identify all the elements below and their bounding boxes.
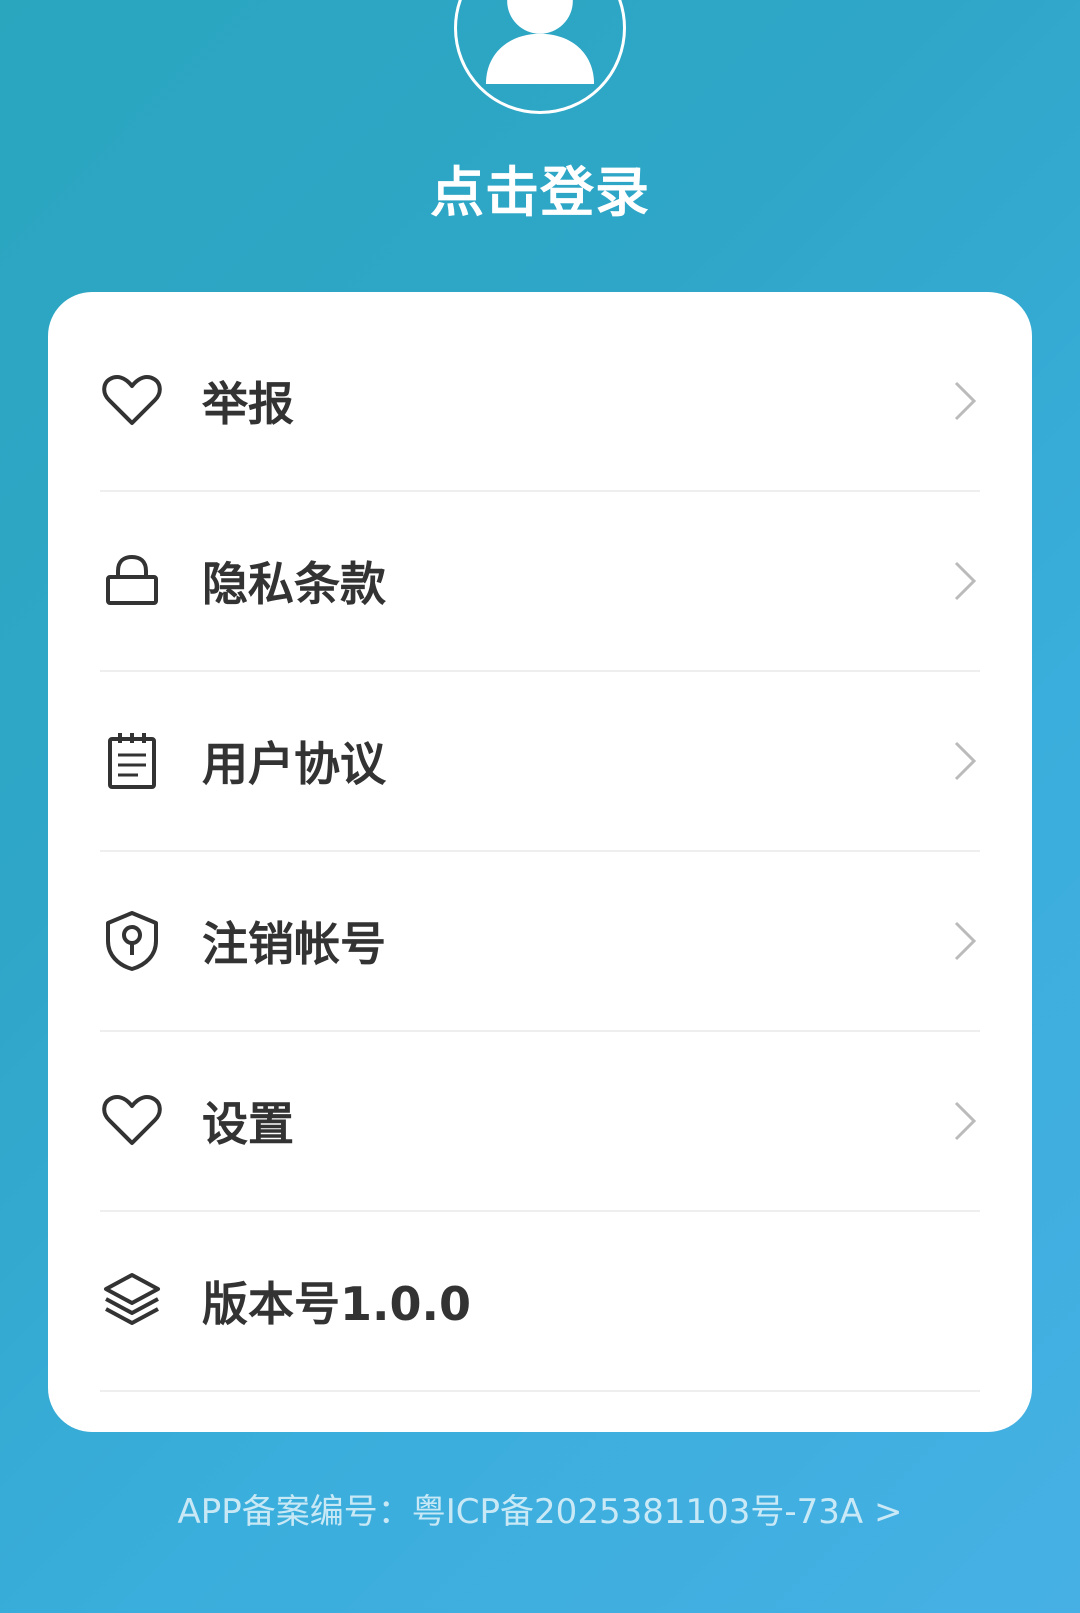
login-button[interactable]: 点击登录 (0, 148, 1080, 227)
notepad-icon (100, 729, 164, 793)
profile-header: 点击登录 (0, 0, 1080, 290)
menu-item-privacy[interactable]: 隐私条款 (100, 492, 980, 672)
menu-item-label: 举报 (202, 377, 294, 431)
menu-item-report[interactable]: 举报 (100, 312, 980, 492)
menu-card: 举报 隐私条款 用户协议 注销帐号 设置 版本号1.0.0 (48, 292, 1032, 1432)
heart-icon (100, 1089, 164, 1153)
menu-item-settings[interactable]: 设置 (100, 1032, 980, 1212)
menu-item-label: 设置 (202, 1097, 294, 1151)
layers-icon (100, 1269, 164, 1333)
menu-item-label: 用户协议 (202, 737, 386, 791)
shield-key-icon (100, 909, 164, 973)
chevron-right-icon (950, 739, 980, 783)
menu-item-user-agreement[interactable]: 用户协议 (100, 672, 980, 852)
chevron-right-icon (950, 559, 980, 603)
lock-icon (100, 549, 164, 613)
menu-item-delete-account[interactable]: 注销帐号 (100, 852, 980, 1032)
menu-item-label: 注销帐号 (202, 917, 386, 971)
chevron-right-icon (950, 1099, 980, 1143)
avatar[interactable] (454, 0, 626, 114)
icp-record-link[interactable]: APP备案编号：粤ICP备2025381103号-73A > (0, 1484, 1080, 1533)
heart-icon (100, 369, 164, 433)
chevron-right-icon (950, 919, 980, 963)
chevron-right-icon (950, 379, 980, 423)
menu-item-label: 隐私条款 (202, 557, 386, 611)
user-icon (485, 0, 595, 84)
menu-item-version: 版本号1.0.0 (100, 1212, 980, 1392)
version-label: 版本号1.0.0 (202, 1277, 471, 1331)
